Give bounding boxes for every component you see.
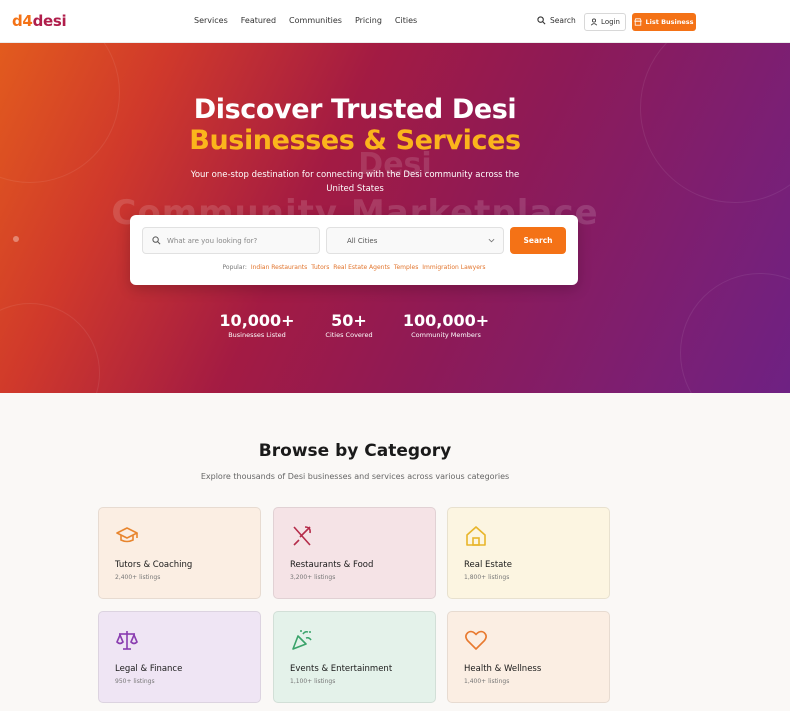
category-name: Legal & Finance: [115, 664, 183, 674]
stat-value: 100,000+: [402, 311, 490, 330]
nav-pricing[interactable]: Pricing: [355, 16, 382, 25]
popular-tag[interactable]: Immigration Lawyers: [422, 264, 485, 271]
category-name: Health & Wellness: [464, 664, 542, 674]
carousel-dot-icon[interactable]: [12, 235, 20, 243]
logo[interactable]: d4desi: [12, 12, 67, 30]
category-card-health[interactable]: Health & Wellness 1,400+ listings: [447, 611, 610, 703]
popular-label: Popular:: [222, 264, 247, 271]
category-count: 1,400+ listings: [464, 678, 510, 685]
hero-title-line1: Discover Trusted Desi: [193, 94, 517, 125]
stat-cities: 50+ Cities Covered: [313, 311, 385, 339]
header-search-button[interactable]: Search: [537, 16, 576, 25]
search-icon: [537, 16, 546, 25]
category-card-restaurants[interactable]: Restaurants & Food 3,200+ listings: [273, 507, 436, 599]
category-card-events[interactable]: Events & Entertainment 1,100+ listings: [273, 611, 436, 703]
list-business-label: List Business: [645, 18, 694, 26]
popular-tag[interactable]: Temples: [394, 264, 418, 271]
search-submit-button[interactable]: Search: [510, 227, 566, 254]
search-icon: [152, 236, 161, 245]
hero-title-line2: Businesses & Services: [189, 125, 521, 156]
decorative-circle: [680, 273, 790, 393]
site-header: d4desi Services Featured Communities Pri…: [0, 0, 790, 43]
category-count: 3,200+ listings: [290, 574, 336, 581]
popular-tag[interactable]: Indian Restaurants: [251, 264, 307, 271]
graduation-cap-icon: [116, 527, 138, 543]
category-card-tutors[interactable]: Tutors & Coaching 2,400+ listings: [98, 507, 261, 599]
category-count: 1,100+ listings: [290, 678, 336, 685]
user-icon: [590, 18, 598, 26]
popular-searches: Popular: Indian Restaurants Tutors Real …: [130, 264, 578, 271]
stat-label: Businesses Listed: [228, 331, 286, 339]
hero-subtitle: Your one-stop destination for connecting…: [190, 170, 520, 194]
category-count: 1,800+ listings: [464, 574, 510, 581]
city-select-value: All Cities: [347, 236, 378, 245]
header-search-label: Search: [550, 16, 576, 25]
search-card: What are you looking for? All Cities Sea…: [130, 215, 578, 285]
login-label: Login: [601, 18, 620, 26]
nav-services[interactable]: Services: [194, 16, 228, 25]
utensils-icon: [293, 526, 311, 546]
login-button[interactable]: Login: [584, 13, 626, 31]
section-subtitle: Explore thousands of Desi businesses and…: [200, 472, 510, 481]
stat-label: Cities Covered: [325, 331, 373, 339]
category-name: Real Estate: [464, 560, 512, 570]
search-input[interactable]: What are you looking for?: [142, 227, 320, 254]
section-title: Browse by Category: [258, 441, 452, 461]
logo-part2: desi: [32, 12, 67, 30]
list-business-button[interactable]: List Business: [632, 13, 696, 31]
nav-featured[interactable]: Featured: [241, 16, 276, 25]
logo-part1: d4: [12, 12, 33, 30]
home-icon: [466, 526, 486, 546]
stat-value: 50+: [331, 311, 367, 330]
city-select[interactable]: All Cities: [326, 227, 504, 254]
category-count: 950+ listings: [115, 678, 155, 685]
decorative-circle: [0, 303, 100, 393]
stat-value: 10,000+: [219, 311, 295, 330]
category-card-real-estate[interactable]: Real Estate 1,800+ listings: [447, 507, 610, 599]
category-card-legal[interactable]: Legal & Finance 950+ listings: [98, 611, 261, 703]
stat-businesses: 10,000+ Businesses Listed: [212, 311, 302, 339]
stat-members: 100,000+ Community Members: [398, 311, 494, 339]
popular-tag[interactable]: Real Estate Agents: [333, 264, 390, 271]
category-name: Restaurants & Food: [290, 560, 374, 570]
store-icon: [634, 18, 643, 26]
category-count: 2,400+ listings: [115, 574, 161, 581]
nav-cities[interactable]: Cities: [395, 16, 417, 25]
search-placeholder: What are you looking for?: [167, 236, 258, 245]
chevron-down-icon: [488, 238, 495, 243]
category-name: Events & Entertainment: [290, 664, 393, 674]
stat-label: Community Members: [411, 331, 481, 339]
main-nav: Services Featured Communities Pricing Ci…: [194, 16, 430, 25]
heart-icon: [465, 630, 487, 650]
party-popper-icon: [292, 630, 312, 650]
category-name: Tutors & Coaching: [115, 560, 193, 570]
nav-communities[interactable]: Communities: [289, 16, 342, 25]
popular-tag[interactable]: Tutors: [311, 264, 329, 271]
hero-section: Desi Community Marketplace Discover Trus…: [0, 43, 790, 393]
scale-icon: [116, 631, 138, 650]
